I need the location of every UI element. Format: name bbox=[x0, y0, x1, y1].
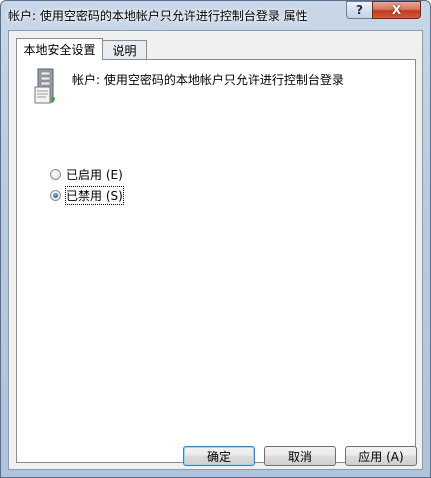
enabled-label[interactable]: 已启用 (E) bbox=[66, 166, 123, 183]
tab-local-security-setting[interactable]: 本地安全设置 bbox=[16, 38, 103, 60]
title-bar[interactable]: 帐户: 使用空密码的本地帐户只允许进行控制台登录 属性 ? X bbox=[1, 1, 430, 29]
enabled-radio[interactable] bbox=[50, 169, 61, 180]
disabled-option[interactable]: 已禁用 (S) bbox=[50, 186, 124, 205]
policy-name: 帐户: 使用空密码的本地帐户只允许进行控制台登录 bbox=[72, 73, 344, 87]
enabled-option[interactable]: 已启用 (E) bbox=[50, 166, 123, 183]
properties-dialog: 帐户: 使用空密码的本地帐户只允许进行控制台登录 属性 ? X 本地安全设置 说… bbox=[0, 0, 431, 478]
ok-button[interactable]: 确定 bbox=[183, 446, 255, 466]
window-title: 帐户: 使用空密码的本地帐户只允许进行控制台登录 属性 bbox=[8, 9, 308, 23]
dialog-body: 本地安全设置 说明 帐户: 使用空密码的本地帐户只允许进行控制台登录 已启用 (… bbox=[8, 30, 423, 470]
help-button[interactable]: ? bbox=[346, 1, 373, 19]
apply-button[interactable]: 应用 (A) bbox=[345, 446, 417, 466]
disabled-label[interactable]: 已禁用 (S) bbox=[65, 186, 124, 205]
server-icon bbox=[34, 68, 55, 104]
tab-panel: 帐户: 使用空密码的本地帐户只允许进行控制台登录 已启用 (E) 已禁用 (S) bbox=[16, 59, 416, 463]
close-button[interactable]: X bbox=[372, 1, 421, 19]
cancel-button[interactable]: 取消 bbox=[264, 446, 336, 466]
disabled-radio[interactable] bbox=[50, 190, 61, 201]
tab-explain[interactable]: 说明 bbox=[102, 40, 147, 59]
